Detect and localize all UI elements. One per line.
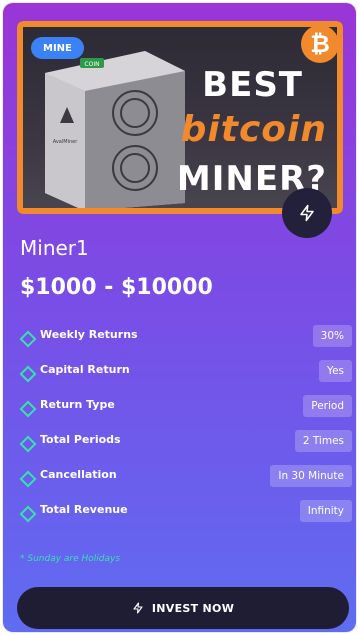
- bolt-icon: [300, 204, 314, 222]
- detail-row-total-periods: Total Periods 2 Times: [19, 430, 352, 465]
- detail-value: In 30 Minute: [270, 465, 352, 487]
- detail-value: 2 Times: [294, 430, 352, 452]
- invest-now-button[interactable]: INVEST NOW: [17, 587, 349, 629]
- detail-row-weekly-returns: Weekly Returns 30%: [19, 325, 352, 360]
- detail-value: Infinity: [299, 500, 352, 522]
- diamond-icon: [19, 435, 37, 453]
- detail-label: Cancellation: [40, 468, 117, 481]
- detail-row-return-type: Return Type Period: [19, 395, 352, 430]
- plan-title: Miner1: [20, 236, 89, 260]
- detail-label: Return Type: [40, 398, 115, 411]
- detail-label: Weekly Returns: [40, 328, 138, 341]
- invest-now-label: INVEST NOW: [151, 601, 235, 615]
- detail-label: Total Revenue: [40, 503, 128, 516]
- price-range: $1000 - $10000: [20, 275, 213, 300]
- detail-label: Capital Return: [40, 363, 130, 376]
- holiday-note: * Sunday are Holidays: [20, 554, 121, 564]
- diamond-icon: [19, 365, 37, 383]
- detail-value: Period: [303, 395, 352, 417]
- detail-row-total-revenue: Total Revenue Infinity: [19, 500, 352, 535]
- diamond-icon: [19, 505, 37, 523]
- diamond-icon: [19, 400, 37, 418]
- quick-invest-button[interactable]: [282, 188, 332, 238]
- detail-value: 30%: [312, 325, 352, 347]
- diamond-icon: [19, 330, 37, 348]
- investment-plan-card: COIN AvalMiner ₿ BEST bitcoin MINER? MIN…: [3, 3, 356, 632]
- detail-value: Yes: [319, 360, 352, 382]
- detail-row-capital-return: Capital Return Yes: [19, 360, 352, 395]
- bolt-icon: [133, 602, 143, 614]
- detail-row-cancellation: Cancellation In 30 Minute: [19, 465, 352, 500]
- diamond-icon: [19, 470, 37, 488]
- mine-badge: MINE: [31, 37, 84, 59]
- detail-label: Total Periods: [40, 433, 121, 446]
- plan-details-list: Weekly Returns 30% Capital Return Yes Re…: [19, 325, 352, 535]
